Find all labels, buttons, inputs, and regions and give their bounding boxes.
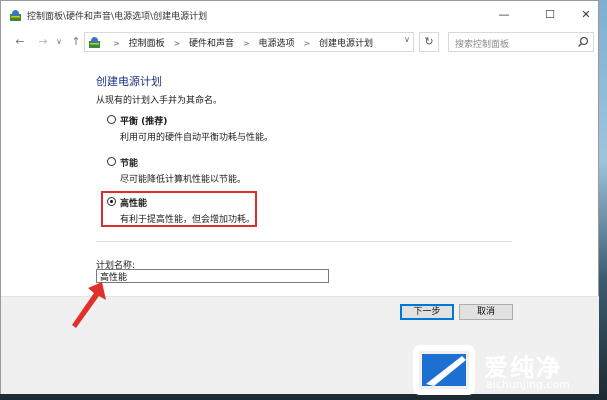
plan-option-description: 利用可用的硬件自动平衡功耗与性能。 — [120, 133, 274, 143]
breadcrumb-item-create-plan[interactable]: 创建电源计划 — [319, 39, 373, 49]
control-panel-window: 控制面板\硬件和声音\电源选项\创建电源计划 — ☐ ✕ ← → ∨ ↑ > 控… — [0, 0, 599, 394]
search-input[interactable]: 搜索控制面板 — [448, 32, 594, 52]
back-button[interactable]: ← — [11, 33, 29, 51]
breadcrumb-separator[interactable]: > — [303, 39, 310, 48]
cancel-button[interactable]: 取消 — [459, 304, 513, 320]
page-title: 创建电源计划 — [96, 75, 162, 88]
plan-option-description: 尽可能降低计算机性能以节能。 — [120, 175, 247, 185]
breadcrumb-item-power-options[interactable]: 电源选项 — [259, 39, 295, 49]
watermark: 爱纯净 aichunjing.com — [412, 336, 607, 400]
address-dropdown-button[interactable]: ∨ — [404, 35, 410, 44]
refresh-button[interactable]: ↻ — [419, 32, 439, 52]
watermark-logo — [413, 345, 475, 395]
search-icon[interactable] — [577, 36, 589, 48]
breadcrumb-item-control-panel[interactable]: 控制面板 — [129, 39, 165, 49]
window-title: 控制面板\硬件和声音\电源选项\创建电源计划 — [27, 12, 208, 22]
control-panel-icon — [89, 37, 100, 48]
highlight-annotation-box — [101, 191, 257, 227]
plan-option-label[interactable]: 平衡 (推荐) — [120, 114, 167, 127]
plan-option-label[interactable]: 节能 — [120, 156, 138, 169]
minimize-button[interactable]: — — [485, 3, 523, 27]
breadcrumb-separator: > — [113, 39, 120, 48]
plan-name-field[interactable] — [96, 269, 329, 283]
breadcrumb-item-hardware-sound[interactable]: 硬件和声音 — [189, 39, 234, 49]
radio-power-saver[interactable] — [107, 157, 116, 166]
navigation-bar: ← → ∨ ↑ > 控制面板 > 硬件和声音 > 电源选项 > 创建电源计划 ∨… — [1, 31, 598, 55]
divider — [96, 241, 511, 242]
main-content: 创建电源计划 从现有的计划入手并为其命名。 平衡 (推荐) 利用可用的硬件自动平… — [1, 55, 598, 295]
forward-button[interactable]: → — [34, 33, 52, 51]
breadcrumb: > 控制面板 > 硬件和声音 > 电源选项 > 创建电源计划 — [107, 36, 373, 49]
up-button[interactable]: ↑ — [67, 33, 85, 51]
recent-locations-button[interactable]: ∨ — [53, 33, 65, 51]
search-placeholder: 搜索控制面板 — [455, 40, 510, 50]
close-button[interactable]: ✕ — [567, 3, 605, 27]
watermark-url: aichunjing.com — [486, 378, 570, 391]
title-bar: 控制面板\硬件和声音\电源选项\创建电源计划 — ☐ ✕ — [1, 1, 598, 31]
control-panel-icon — [10, 10, 21, 21]
red-arrow-annotation — [72, 282, 106, 328]
maximize-button[interactable]: ☐ — [531, 3, 569, 27]
breadcrumb-separator[interactable]: > — [243, 39, 250, 48]
address-bar[interactable]: > 控制面板 > 硬件和声音 > 电源选项 > 创建电源计划 ∨ — [84, 32, 414, 52]
next-button[interactable]: 下一步 — [400, 304, 454, 320]
page-subtitle: 从现有的计划入手并为其命名。 — [96, 96, 223, 106]
radio-balanced[interactable] — [107, 115, 116, 124]
breadcrumb-separator[interactable]: > — [173, 39, 180, 48]
